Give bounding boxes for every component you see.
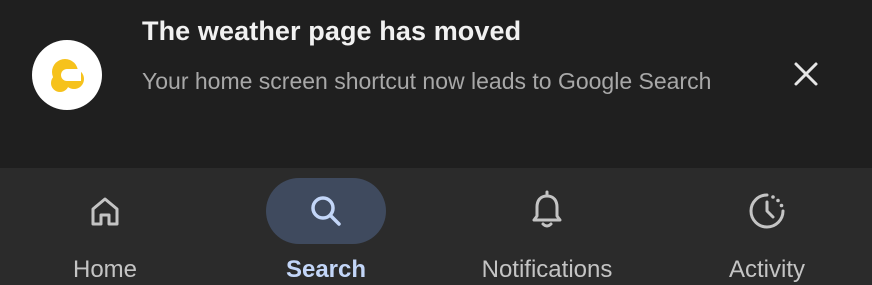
- nav-label-activity: Activity: [728, 256, 805, 283]
- nav-pill: [45, 178, 165, 244]
- weather-sun-cloud-icon: [51, 59, 84, 92]
- nav-item-home[interactable]: Home: [5, 168, 205, 285]
- nav-pill: [707, 178, 827, 244]
- app-screen: The weather page has moved Your home scr…: [0, 0, 872, 285]
- notice-title: The weather page has moved: [142, 16, 522, 46]
- home-icon: [91, 197, 119, 226]
- bottom-navigation-bar: Home Search Notifications Activity: [0, 168, 872, 285]
- nav-label-home: Home: [72, 256, 138, 283]
- bell-icon: [532, 190, 562, 228]
- nav-label-search: Search: [285, 256, 367, 283]
- nav-pill-active: [266, 178, 386, 244]
- weather-app-icon: [32, 40, 102, 110]
- nav-item-activity[interactable]: Activity: [667, 168, 867, 285]
- nav-pill: [487, 178, 607, 244]
- moved-notice-banner: The weather page has moved Your home scr…: [0, 0, 872, 168]
- close-button[interactable]: [784, 52, 828, 96]
- close-icon: [794, 62, 818, 86]
- nav-label-notifications: Notifications: [481, 256, 613, 283]
- activity-clock-icon: [749, 193, 785, 229]
- nav-item-search[interactable]: Search: [226, 168, 426, 285]
- search-icon: [311, 196, 341, 226]
- nav-item-notifications[interactable]: Notifications: [447, 168, 647, 285]
- notice-body: Your home screen shortcut now leads to G…: [142, 68, 712, 94]
